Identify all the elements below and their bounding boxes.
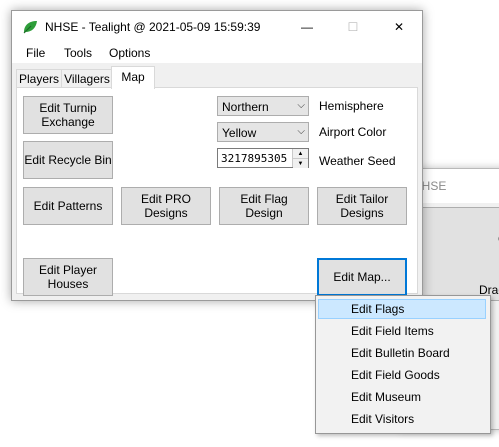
edit-pro-designs-button[interactable]: Edit PRO Designs	[121, 187, 211, 225]
edit-tailor-designs-button[interactable]: Edit Tailor Designs	[317, 187, 407, 225]
main-window: NHSE - Tealight @ 2021-05-09 15:59:39 — …	[11, 10, 423, 301]
maximize-icon: ☐	[347, 20, 359, 34]
edit-recycle-bin-button[interactable]: Edit Recycle Bin	[23, 141, 113, 179]
edit-turnip-exchange-button[interactable]: Edit Turnip Exchange	[23, 96, 113, 134]
menu-tools[interactable]: Tools	[64, 46, 92, 60]
menu-item-edit-visitors[interactable]: Edit Visitors	[318, 409, 486, 429]
menu-item-edit-flags[interactable]: Edit Flags	[318, 299, 486, 319]
menu-item-edit-bulletin-board[interactable]: Edit Bulletin Board	[318, 343, 486, 363]
tab-strip: Players Villagers Map	[16, 66, 418, 89]
menu-options[interactable]: Options	[109, 46, 150, 60]
edit-flag-design-button[interactable]: Edit Flag Design	[219, 187, 309, 225]
tab-players[interactable]: Players	[16, 69, 62, 88]
map-tab-page: Edit Turnip Exchange Edit Recycle Bin Ed…	[16, 87, 418, 296]
spin-down-icon[interactable]: ▼	[293, 158, 308, 168]
menu-item-edit-field-goods[interactable]: Edit Field Goods	[318, 365, 486, 385]
hemisphere-value: Northern	[222, 100, 269, 114]
title-bar[interactable]: NHSE - Tealight @ 2021-05-09 15:59:39 — …	[12, 11, 422, 43]
menu-item-edit-field-items[interactable]: Edit Field Items	[318, 321, 486, 341]
edit-map-button[interactable]: Edit Map...	[317, 258, 407, 296]
window-title: NHSE - Tealight @ 2021-05-09 15:59:39	[45, 20, 261, 34]
edit-patterns-button[interactable]: Edit Patterns	[23, 187, 113, 225]
chevron-down-icon: ⌵	[297, 126, 305, 137]
tab-map[interactable]: Map	[111, 66, 155, 89]
weather-seed-value: 3217895305	[221, 152, 288, 165]
close-button[interactable]: ✕	[376, 11, 422, 43]
hemisphere-label: Hemisphere	[319, 99, 384, 113]
tab-villagers[interactable]: Villagers	[61, 69, 113, 88]
menu-item-edit-museum[interactable]: Edit Museum	[318, 387, 486, 407]
airport-color-label: Airport Color	[319, 125, 387, 139]
close-icon: ✕	[393, 20, 405, 34]
menu-bar: File Tools Options	[12, 43, 422, 63]
airport-color-dropdown[interactable]: Yellow ⌵	[217, 122, 309, 142]
airport-color-value: Yellow	[222, 126, 257, 140]
menu-file[interactable]: File	[26, 46, 45, 60]
minimize-icon: —	[301, 20, 313, 34]
minimize-button[interactable]: —	[284, 11, 330, 43]
weather-seed-label: Weather Seed	[319, 154, 396, 168]
maximize-button[interactable]: ☐	[330, 11, 376, 43]
edit-player-houses-button[interactable]: Edit Player Houses	[23, 258, 113, 296]
weather-seed-input[interactable]: 3217895305 ▲ ▼	[217, 148, 309, 168]
leaf-icon	[23, 21, 37, 34]
hemisphere-dropdown[interactable]: Northern ⌵	[217, 96, 309, 116]
spin-up-icon[interactable]: ▲	[293, 149, 308, 158]
chevron-down-icon: ⌵	[297, 100, 305, 111]
weather-seed-spinner[interactable]: ▲ ▼	[292, 149, 308, 168]
edit-map-context-menu: Edit Flags Edit Field Items Edit Bulleti…	[315, 295, 491, 434]
